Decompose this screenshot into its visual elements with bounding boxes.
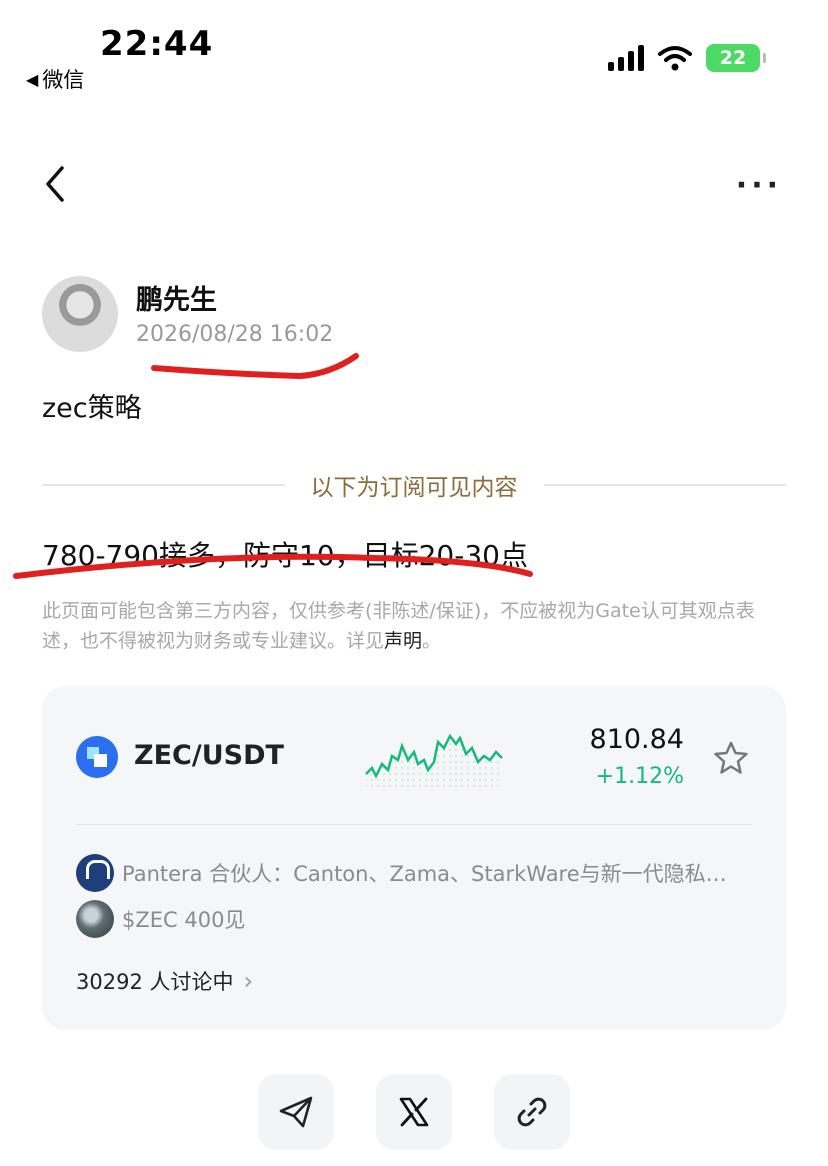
battery-level: 22 <box>719 47 747 69</box>
chevron-right-icon: › <box>243 967 254 995</box>
discussion-count: 30292 人讨论中 <box>76 970 234 994</box>
status-time: 22:44 <box>100 24 214 64</box>
back-app-label: 微信 <box>42 68 85 92</box>
disclaimer-link[interactable]: 声明 <box>384 630 422 652</box>
share-telegram-button[interactable] <box>258 1074 334 1150</box>
battery-icon: 22 <box>706 44 766 72</box>
wifi-icon <box>658 46 692 71</box>
zec-coin-icon <box>76 736 118 778</box>
market-card[interactable]: ZEC/USDT 810.84 +1.12% Pantera 合伙人：Canto… <box>42 686 786 1030</box>
cellular-signal-icon <box>608 45 644 71</box>
subscription-divider: 以下为订阅可见内容 <box>42 468 786 502</box>
discussion-link[interactable]: 30292 人讨论中 › <box>76 966 253 996</box>
user-avatar-icon <box>76 900 114 938</box>
share-x-button[interactable] <box>376 1074 452 1150</box>
status-icons: 22 <box>608 44 766 72</box>
back-to-app-button[interactable]: ◀ 微信 <box>26 64 84 94</box>
author-avatar[interactable] <box>42 276 118 352</box>
pair-change: +1.12% <box>595 764 684 789</box>
trading-pair[interactable]: ZEC/USDT <box>134 740 284 771</box>
x-icon <box>399 1097 429 1127</box>
red-annotation-stroke <box>13 553 533 579</box>
chevron-left-icon[interactable] <box>40 164 72 204</box>
card-separator <box>76 824 752 825</box>
news-title: Pantera 合伙人：Canton、Zama、StarkWare与新一代隐私… <box>122 862 727 886</box>
link-icon <box>517 1097 547 1127</box>
red-annotation-stroke <box>151 353 359 380</box>
back-triangle-icon: ◀ <box>26 69 39 89</box>
author-name[interactable]: 鹏先生 <box>136 278 217 317</box>
post-timestamp: 2026/08/28 16:02 <box>136 322 334 347</box>
star-icon[interactable] <box>712 740 750 776</box>
news-item[interactable]: $ZEC 400见 <box>76 900 756 938</box>
subscription-divider-label: 以下为订阅可见内容 <box>310 475 518 501</box>
panews-logo-icon <box>76 854 114 892</box>
disclaimer-end: 。 <box>422 630 442 652</box>
news-item[interactable]: Pantera 合伙人：Canton、Zama、StarkWare与新一代隐私… <box>76 854 756 892</box>
divider-line-left <box>42 484 285 486</box>
telegram-icon <box>279 1096 313 1128</box>
pair-price: 810.84 <box>589 724 684 755</box>
price-sparkline <box>365 733 503 788</box>
disclaimer: 此页面可能包含第三方内容，仅供参考(非陈述/保证)，不应被视为Gate认可其观点… <box>42 596 786 656</box>
post-title: zec策略 <box>42 393 142 424</box>
divider-line-right <box>543 484 786 486</box>
share-link-button[interactable] <box>494 1074 570 1150</box>
more-horizontal-icon[interactable]: ··· <box>736 168 782 203</box>
news-title: $ZEC 400见 <box>122 908 246 932</box>
